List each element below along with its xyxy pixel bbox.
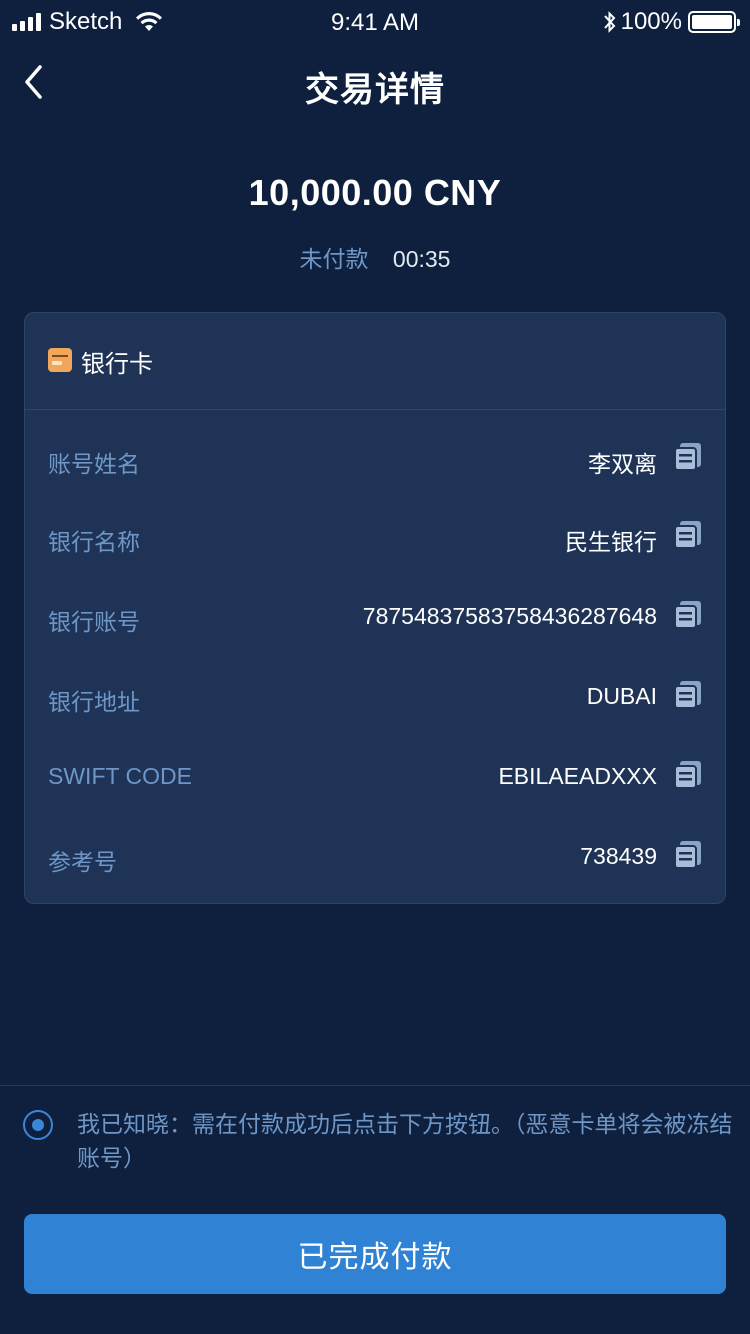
- bank-card-icon: [48, 348, 72, 372]
- copy-icon[interactable]: [673, 441, 703, 471]
- row-label: 银行名称: [48, 529, 140, 555]
- row-bank-account: 银行账号 78754837583758436287648: [25, 577, 725, 657]
- copy-icon[interactable]: [673, 519, 703, 549]
- copy-icon[interactable]: [673, 759, 703, 789]
- row-swift-code: SWIFT CODE EBILAEADXXX: [25, 737, 725, 817]
- payment-status: 未付款 00:35: [0, 240, 750, 274]
- payment-complete-button[interactable]: 已完成付款: [24, 1214, 726, 1294]
- row-value: DUBAI: [586, 683, 657, 709]
- row-label: 账号姓名: [48, 451, 140, 477]
- bank-card-panel: 银行卡 账号姓名 李双离 银行名称 民生银行 银行账号 787548375837…: [24, 312, 726, 904]
- acknowledge-notice: 我已知晓：需在付款成功后点击下方按钮。（恶意卡单将会被冻结账号）: [77, 1111, 733, 1171]
- transaction-detail-screen: Sketch 9:41 AM 100% 交易详情 10,000.00 CNY 未…: [0, 0, 750, 1334]
- row-bank-name: 银行名称 民生银行: [25, 497, 725, 577]
- battery-icon: [688, 11, 740, 33]
- row-value: 738439: [580, 843, 657, 869]
- navigation-bar: 交易详情: [0, 44, 750, 124]
- card-title: 银行卡: [81, 351, 153, 378]
- row-label: SWIFT CODE: [48, 763, 192, 789]
- row-value: 民生银行: [565, 529, 657, 555]
- row-value: EBILAEADXXX: [498, 763, 657, 789]
- copy-icon[interactable]: [673, 679, 703, 709]
- row-account-name: 账号姓名 李双离: [25, 419, 725, 499]
- bottom-divider: [0, 1085, 750, 1086]
- acknowledge-radio[interactable]: [23, 1110, 53, 1140]
- row-label: 银行地址: [48, 689, 140, 715]
- row-label: 参考号: [48, 849, 117, 875]
- status-bar: Sketch 9:41 AM 100%: [0, 0, 750, 44]
- payment-status-label: 未付款: [299, 246, 369, 272]
- copy-icon[interactable]: [673, 839, 703, 869]
- card-header: 银行卡: [25, 313, 725, 410]
- row-value: 78754837583758436287648: [362, 603, 657, 629]
- battery-percentage: 100%: [620, 8, 682, 35]
- transaction-amount: 10,000.00 CNY: [248, 172, 502, 213]
- bluetooth-icon: [603, 11, 615, 33]
- row-value: 李双离: [588, 451, 657, 477]
- row-bank-address: 银行地址 DUBAI: [25, 657, 725, 737]
- copy-icon[interactable]: [673, 599, 703, 629]
- countdown-timer: 00:35: [392, 246, 451, 272]
- status-bar-right: 100%: [603, 8, 740, 36]
- row-reference-number: 参考号 738439: [25, 817, 725, 897]
- page-title: 交易详情: [305, 71, 445, 109]
- row-label: 银行账号: [48, 609, 140, 635]
